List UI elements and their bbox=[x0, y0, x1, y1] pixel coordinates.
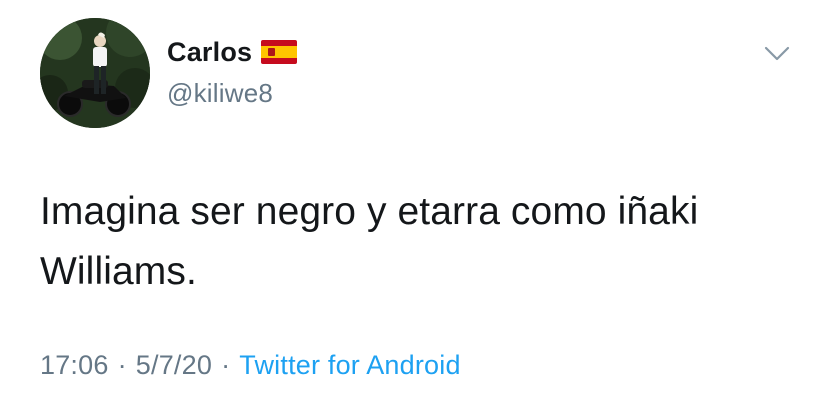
user-handle[interactable]: @kiliwe8 bbox=[167, 78, 297, 109]
chevron-down-icon[interactable] bbox=[760, 40, 794, 66]
user-info: Carlos @kiliwe8 bbox=[167, 30, 298, 109]
tweet-date[interactable]: 5/7/20 bbox=[136, 350, 212, 381]
meta-separator: · bbox=[221, 350, 231, 380]
spain-flag-icon bbox=[261, 40, 298, 64]
display-name-row: Carlos bbox=[167, 30, 298, 74]
tweet-time[interactable]: 17:06 bbox=[40, 350, 109, 381]
meta-separator: · bbox=[117, 350, 127, 380]
tweet-source-link[interactable]: Twitter for Android bbox=[239, 350, 460, 381]
avatar-image bbox=[40, 18, 150, 128]
tweet-card: Carlos @kiliwe8 Imagina ser negro y etar… bbox=[0, 0, 821, 403]
display-name[interactable]: Carlos bbox=[167, 37, 252, 68]
tweet-text: Imagina ser negro y etarra como iñaki Wi… bbox=[40, 190, 699, 293]
avatar[interactable] bbox=[40, 18, 150, 128]
tweet-meta: 17:06 · 5/7/20 · Twitter for Android bbox=[40, 350, 461, 381]
